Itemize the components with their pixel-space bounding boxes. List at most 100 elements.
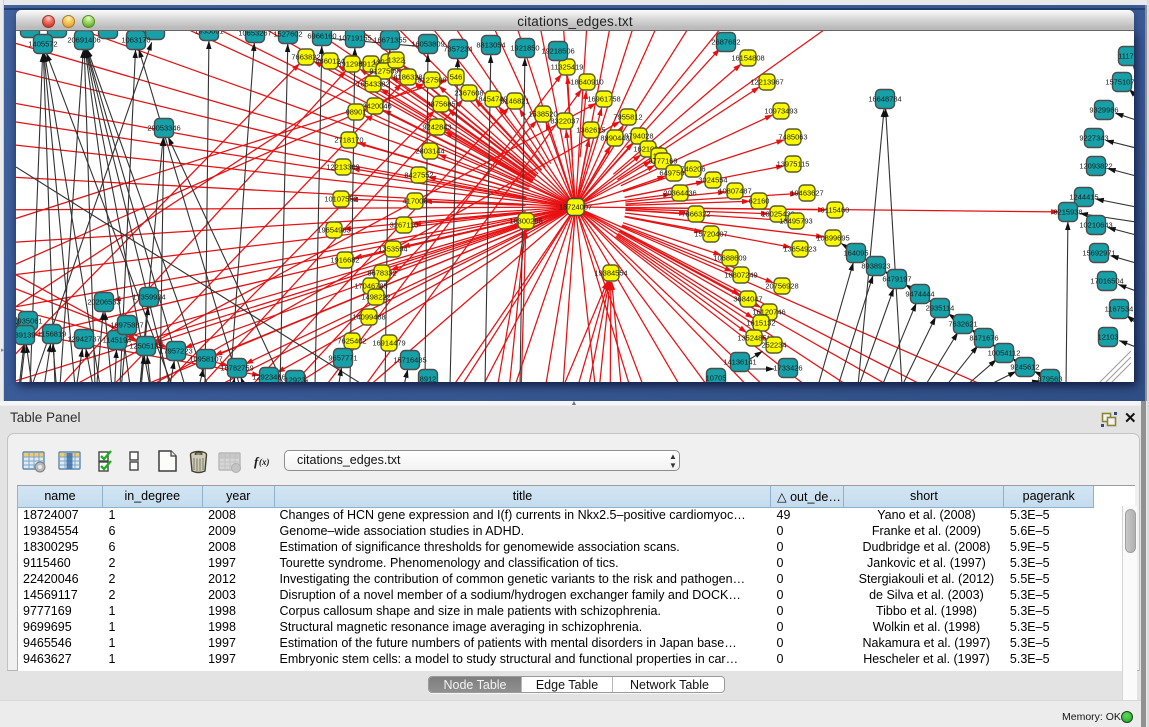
svg-text:546: 546	[450, 73, 463, 82]
svg-text:18807249: 18807249	[724, 271, 757, 280]
svg-text:17359934: 17359934	[132, 293, 165, 302]
svg-text:16154808: 16154808	[731, 54, 764, 63]
svg-text:29053346: 29053346	[147, 124, 180, 133]
svg-text:8912: 8912	[420, 375, 437, 383]
svg-text:9474444: 9474444	[905, 290, 934, 299]
svg-text:10973493: 10973493	[764, 107, 797, 116]
svg-text:3684047: 3684047	[733, 295, 762, 304]
svg-text:62160: 62160	[749, 197, 770, 206]
svg-text:1615132: 1615132	[746, 319, 775, 328]
svg-text:1498222: 1498222	[361, 293, 390, 302]
svg-text:10688609: 10688609	[713, 254, 746, 263]
svg-text:8471676: 8471676	[969, 334, 998, 343]
svg-text:12213369: 12213369	[326, 163, 359, 172]
svg-text:18724007: 18724007	[559, 203, 592, 212]
svg-text:39139: 39139	[16, 331, 35, 340]
svg-text:1935061: 1935061	[16, 317, 43, 326]
svg-text:6966160: 6966160	[307, 32, 336, 41]
svg-text:7955812: 7955812	[613, 113, 642, 122]
svg-text:15692971: 15692971	[1082, 249, 1115, 258]
svg-text:1405572: 1405572	[28, 40, 57, 49]
svg-text:18640910: 18640910	[570, 78, 603, 87]
svg-text:1156819: 1156819	[38, 330, 67, 339]
svg-text:13654923: 13654923	[783, 245, 816, 254]
svg-text:1145194: 1145194	[103, 336, 132, 345]
svg-text:1527602: 1527602	[273, 31, 302, 39]
svg-text:9227343: 9227343	[1079, 134, 1108, 143]
svg-text:9242843: 9242843	[422, 123, 451, 132]
svg-text:19975887: 19975887	[110, 321, 143, 330]
svg-text:9115460: 9115460	[821, 206, 850, 215]
svg-text:1244415: 1244415	[1069, 193, 1098, 202]
svg-text:746206: 746206	[680, 165, 705, 174]
svg-text:252234: 252234	[761, 341, 786, 350]
svg-text:19218506: 19218506	[541, 47, 574, 56]
svg-text:10210643: 10210643	[1079, 221, 1112, 230]
svg-text:1322: 1322	[388, 56, 405, 65]
svg-text:16961758: 16961758	[587, 95, 620, 104]
svg-text:15751074: 15751074	[1105, 78, 1134, 87]
svg-text:16782759: 16782759	[220, 364, 253, 373]
svg-text:1935061: 1935061	[194, 31, 223, 36]
svg-text:417006: 417006	[402, 197, 427, 206]
svg-text:15720407: 15720407	[694, 230, 727, 239]
svg-text:20364436: 20364436	[663, 189, 696, 198]
svg-text:7625402: 7625402	[337, 337, 366, 346]
svg-text:9127508: 9127508	[417, 76, 446, 85]
svg-text:8813054: 8813054	[476, 41, 505, 50]
svg-text:12942737: 12942737	[67, 335, 100, 344]
svg-text:9657771: 9657771	[328, 354, 357, 363]
svg-text:20206533: 20206533	[87, 298, 120, 307]
svg-text:20691406: 20691406	[67, 36, 100, 45]
svg-text:16648784: 16648784	[868, 95, 901, 104]
svg-text:13495793: 13495793	[779, 217, 812, 226]
svg-text:8215938: 8215938	[1053, 208, 1082, 217]
svg-text:11171: 11171	[1118, 52, 1134, 61]
svg-text:11325419: 11325419	[551, 63, 584, 72]
svg-text:2935114: 2935114	[926, 304, 955, 313]
svg-text:10705: 10705	[706, 374, 727, 383]
svg-text:7485063: 7485063	[778, 133, 807, 142]
svg-text:9777169: 9777169	[648, 157, 677, 166]
svg-text:16671355: 16671355	[373, 36, 406, 45]
svg-text:9146821: 9146821	[500, 97, 529, 106]
svg-text:10107552: 10107552	[324, 195, 357, 204]
svg-text:17016504: 17016504	[1090, 277, 1123, 286]
svg-text:3024554: 3024554	[698, 176, 727, 185]
svg-text:7632621: 7632621	[948, 320, 977, 329]
svg-text:12923466: 12923466	[252, 373, 285, 382]
svg-text:1063170: 1063170	[121, 36, 150, 45]
svg-text:16543382: 16543382	[356, 80, 389, 89]
svg-text:164095: 164095	[843, 249, 868, 258]
svg-text:13975115: 13975115	[777, 160, 810, 169]
svg-text:19463627: 19463627	[790, 189, 823, 198]
svg-text:(x): (x)	[259, 457, 270, 467]
svg-text:19654983: 19654983	[317, 226, 350, 235]
svg-text:10958107: 10958107	[189, 355, 222, 364]
svg-text:9794028: 9794028	[624, 132, 653, 141]
svg-text:10899695: 10899695	[816, 234, 849, 243]
svg-text:8938923: 8938923	[861, 262, 890, 271]
svg-text:8427552: 8427552	[404, 171, 433, 180]
svg-text:9329966: 9329966	[1089, 106, 1118, 115]
svg-text:2718170: 2718170	[334, 136, 363, 145]
svg-text:14099488: 14099488	[352, 313, 385, 322]
svg-text:879563: 879563	[1037, 375, 1062, 383]
svg-text:7357234: 7357234	[443, 45, 472, 54]
svg-text:14136141: 14136141	[723, 358, 756, 367]
svg-text:98901: 98901	[346, 108, 367, 117]
svg-text:19384554: 19384554	[594, 269, 627, 278]
svg-text:17957223: 17957223	[159, 347, 192, 356]
svg-text:12923: 12923	[285, 376, 306, 383]
svg-text:16914479: 16914479	[372, 339, 405, 348]
svg-text:3875685: 3875685	[426, 100, 455, 109]
svg-text:8322037: 8322037	[550, 117, 579, 126]
svg-text:1167534: 1167534	[1105, 305, 1134, 314]
svg-text:7866322: 7866322	[681, 210, 710, 219]
svg-text:2803144: 2803144	[415, 147, 444, 156]
svg-text:9245612: 9245612	[1010, 363, 1039, 372]
svg-text:16053809: 16053809	[411, 40, 444, 49]
svg-text:3267110: 3267110	[390, 221, 419, 230]
svg-text:15716485: 15716485	[393, 356, 426, 365]
svg-text:1921850: 1921850	[510, 44, 539, 53]
